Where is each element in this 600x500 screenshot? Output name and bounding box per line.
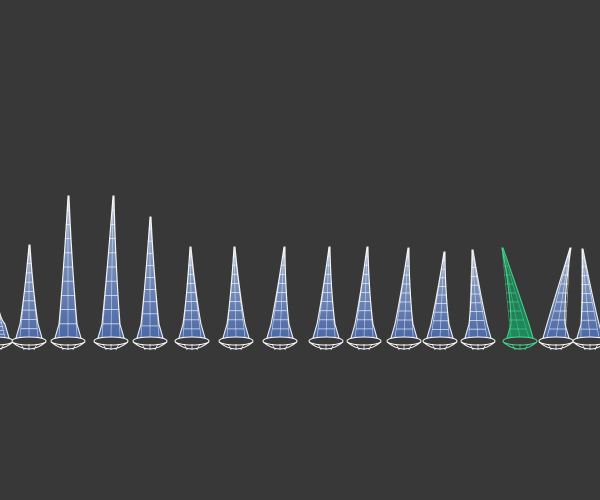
- spike-mesh[interactable]: [132, 216, 168, 351]
- spike-mesh-scene[interactable]: [0, 0, 600, 500]
- spike-mesh[interactable]: [572, 248, 600, 351]
- spike-mesh[interactable]: [538, 247, 574, 351]
- spike-mesh[interactable]: [93, 195, 129, 351]
- spike-mesh[interactable]: [262, 246, 298, 351]
- spike-mesh[interactable]: [386, 247, 422, 351]
- spike-mesh[interactable]: [460, 249, 496, 351]
- spike-mesh[interactable]: [11, 244, 47, 351]
- spike-mesh[interactable]: [218, 246, 254, 351]
- spike-mesh[interactable]: [308, 246, 344, 351]
- spike-mesh[interactable]: [346, 246, 382, 351]
- spike-mesh[interactable]: [0, 300, 14, 351]
- spike-mesh-selected[interactable]: [501, 247, 538, 351]
- spike-mesh[interactable]: [50, 195, 86, 351]
- spike-mesh[interactable]: [422, 251, 458, 351]
- spike-mesh[interactable]: [174, 246, 210, 351]
- 3d-viewport[interactable]: [0, 0, 600, 500]
